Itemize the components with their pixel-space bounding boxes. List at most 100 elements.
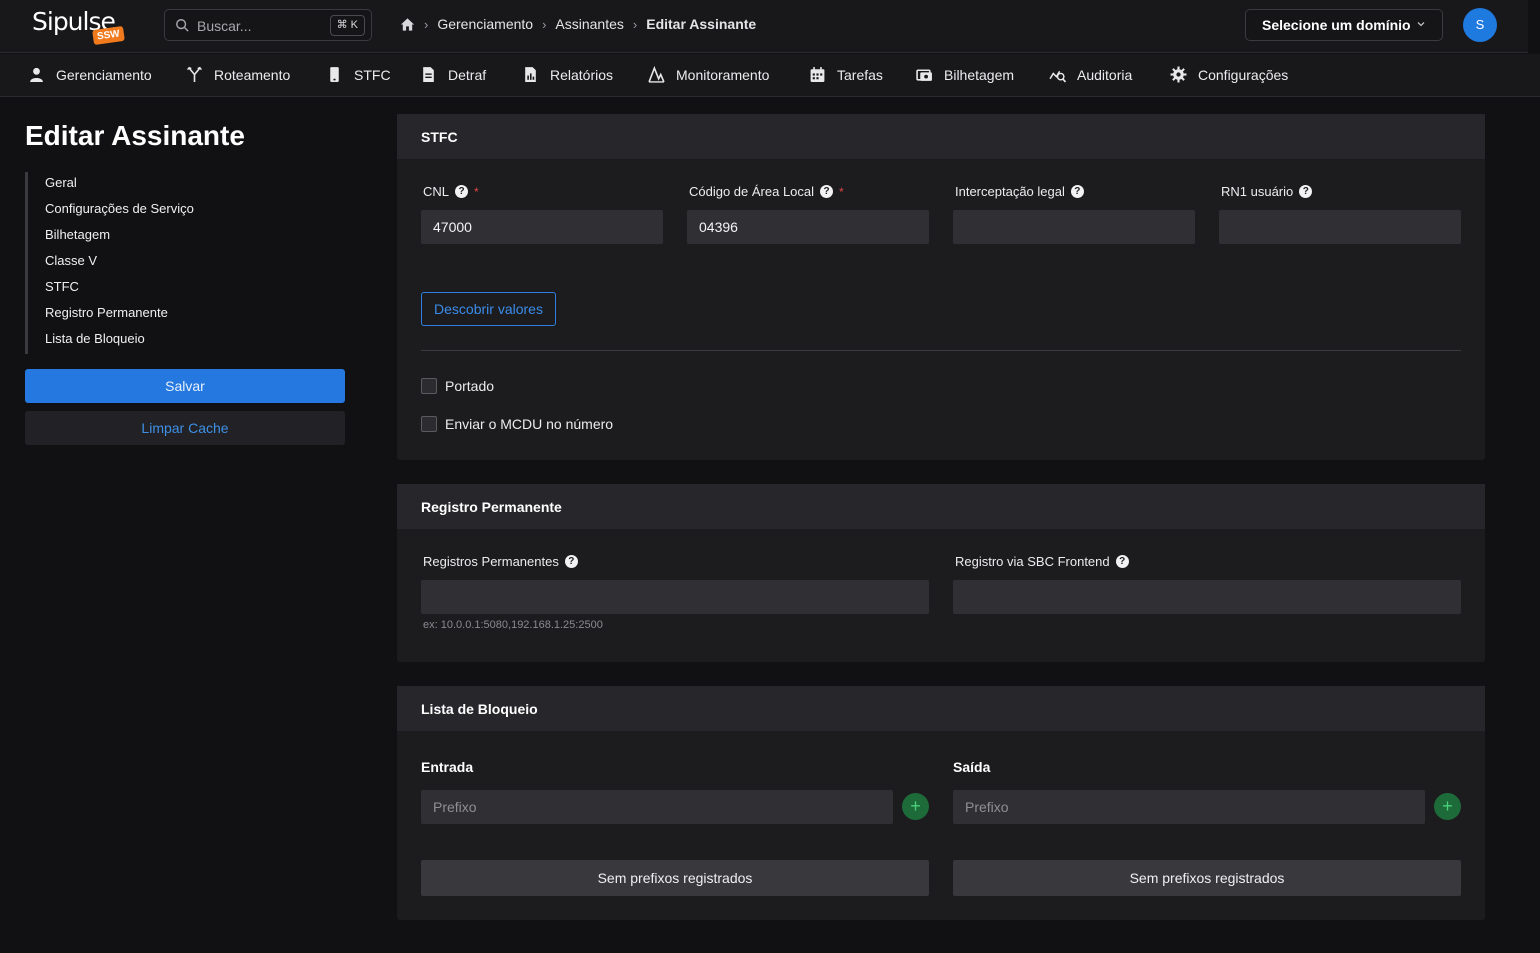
breadcrumb: › Gerenciamento › Assinantes › Editar As… xyxy=(400,16,756,32)
add-inbound-prefix-button[interactable]: + xyxy=(902,793,929,820)
required-mark: * xyxy=(839,184,844,199)
help-icon[interactable]: ? xyxy=(1299,185,1313,198)
intercept-field[interactable] xyxy=(953,210,1195,244)
add-outbound-prefix-button[interactable]: + xyxy=(1434,793,1461,820)
section-link-bilhetagem[interactable]: Bilhetagem xyxy=(45,224,194,250)
discover-values-button[interactable]: Descobrir valores xyxy=(421,292,556,326)
area-code-label-text: Código de Área Local xyxy=(689,184,815,199)
chevron-down-icon xyxy=(1417,22,1425,27)
section-link-classe-v[interactable]: Classe V xyxy=(45,250,194,276)
nav-label: Relatórios xyxy=(550,66,614,83)
help-icon[interactable]: ? xyxy=(1115,555,1129,568)
nav-item-relatorios[interactable]: Relatórios xyxy=(522,66,613,83)
outbound-label: Saída xyxy=(953,759,991,775)
mcdu-checkbox[interactable]: Enviar o MCDU no número xyxy=(421,416,613,432)
ported-label: Portado xyxy=(445,378,495,394)
search-icon xyxy=(176,19,189,32)
nav-item-auditoria[interactable]: Auditoria xyxy=(1049,66,1132,83)
rn1-field[interactable] xyxy=(1219,210,1461,244)
save-button[interactable]: Salvar xyxy=(25,369,345,403)
area-code-label: Código de Área Local ? * xyxy=(689,184,844,199)
cnl-field[interactable]: 47000 xyxy=(421,210,663,244)
perm-label: Registros Permanentes ? xyxy=(423,554,578,569)
breadcrumb-subscribers[interactable]: Assinantes xyxy=(555,16,623,32)
section-link-stfc[interactable]: STFC xyxy=(45,276,194,302)
required-mark: * xyxy=(474,184,479,199)
chevron-right-icon: › xyxy=(632,16,638,32)
ported-checkbox[interactable]: Portado xyxy=(421,378,494,394)
main-nav: Gerenciamento Roteamento STFC Detraf Rel… xyxy=(0,54,1540,97)
search-box[interactable]: Buscar... ⌘ K xyxy=(164,9,372,41)
perm-field[interactable] xyxy=(421,580,929,614)
nav-item-configuracoes[interactable]: Configurações xyxy=(1170,66,1288,83)
intercept-label: Interceptação legal ? xyxy=(955,184,1084,199)
outbound-empty-state: Sem prefixos registrados xyxy=(953,860,1461,896)
report-icon xyxy=(525,67,536,82)
nav-item-tarefas[interactable]: Tarefas xyxy=(809,66,883,83)
area-code-field[interactable]: 04396 xyxy=(687,210,929,244)
billing-icon xyxy=(916,69,932,81)
stfc-card-title: STFC xyxy=(397,114,1485,159)
nav-item-roteamento[interactable]: Roteamento xyxy=(186,66,290,83)
nav-label: Auditoria xyxy=(1077,66,1133,83)
monitor-icon xyxy=(648,66,665,83)
nav-item-detraf[interactable]: Detraf xyxy=(420,66,486,83)
inbound-empty-state: Sem prefixos registrados xyxy=(421,860,929,896)
help-icon[interactable]: ? xyxy=(1070,185,1084,198)
home-icon[interactable] xyxy=(400,17,415,32)
sbc-label: Registro via SBC Frontend ? xyxy=(955,554,1129,569)
avatar[interactable]: S xyxy=(1463,8,1497,42)
rn1-label: RN1 usuário ? xyxy=(1221,184,1313,199)
top-bar: Sipulse SSW Buscar... ⌘ K › Gerenciament… xyxy=(0,0,1528,53)
bloqueio-card: Lista de Bloqueio Entrada Prefixo + Sem … xyxy=(397,686,1485,920)
user-icon xyxy=(30,67,43,82)
chevron-right-icon: › xyxy=(424,16,429,32)
breadcrumb-current: Editar Assinante xyxy=(646,16,757,32)
registro-card-title: Registro Permanente xyxy=(397,484,1485,529)
nav-label: Gerenciamento xyxy=(56,66,152,83)
help-icon[interactable]: ? xyxy=(820,185,834,198)
cnl-label: CNL ? * xyxy=(423,184,479,199)
mcdu-label: Enviar o MCDU no número xyxy=(445,416,614,432)
nav-item-gerenciamento[interactable]: Gerenciamento xyxy=(28,66,152,83)
gear-icon xyxy=(1170,66,1187,83)
phone-icon xyxy=(330,67,339,82)
nav-label: Monitoramento xyxy=(676,66,770,83)
nav-item-bilhetagem[interactable]: Bilhetagem xyxy=(916,66,1014,83)
routing-icon xyxy=(187,66,202,82)
bloqueio-card-title: Lista de Bloqueio xyxy=(397,686,1485,731)
checkbox-box[interactable] xyxy=(421,416,437,432)
inbound-prefix-input[interactable]: Prefixo xyxy=(421,790,893,824)
section-link-geral[interactable]: Geral xyxy=(45,172,194,198)
inbound-label: Entrada xyxy=(421,759,474,775)
nav-item-monitoramento[interactable]: Monitoramento xyxy=(648,66,769,83)
help-icon[interactable]: ? xyxy=(564,555,578,568)
nav-label: STFC xyxy=(354,66,391,83)
chevron-right-icon: › xyxy=(542,16,547,32)
rn1-label-text: RN1 usuário xyxy=(1221,184,1294,199)
section-link-servico[interactable]: Configurações de Serviço xyxy=(45,198,194,224)
divider xyxy=(421,350,1461,351)
nav-label: Bilhetagem xyxy=(944,66,1015,83)
app-logo[interactable]: Sipulse SSW xyxy=(32,7,132,49)
section-link-registro[interactable]: Registro Permanente xyxy=(45,302,194,328)
breadcrumb-management[interactable]: Gerenciamento xyxy=(437,16,533,32)
perm-label-text: Registros Permanentes xyxy=(423,554,559,569)
sbc-field[interactable] xyxy=(953,580,1461,614)
nav-item-stfc[interactable]: STFC xyxy=(326,66,391,83)
help-icon[interactable]: ? xyxy=(455,185,469,198)
nav-label: Configurações xyxy=(1198,66,1289,83)
clear-cache-button[interactable]: Limpar Cache xyxy=(25,411,345,445)
stfc-card: STFC CNL ? * 47000 Código de Área Local … xyxy=(397,114,1485,460)
calendar-icon xyxy=(810,67,825,82)
search-input[interactable]: Buscar... xyxy=(197,18,251,34)
domain-select[interactable]: Selecione um domínio xyxy=(1245,9,1443,41)
section-link-bloqueio[interactable]: Lista de Bloqueio xyxy=(45,328,194,354)
search-shortcut: ⌘ K xyxy=(329,15,365,36)
perm-hint: ex: 10.0.0.1:5080,192.168.1.25:2500 xyxy=(423,619,603,631)
outbound-prefix-input[interactable]: Prefixo xyxy=(953,790,1425,824)
domain-select-label: Selecione um domínio xyxy=(1262,17,1411,33)
checkbox-box[interactable] xyxy=(421,378,437,394)
cnl-label-text: CNL xyxy=(423,184,450,199)
document-icon xyxy=(423,67,434,82)
